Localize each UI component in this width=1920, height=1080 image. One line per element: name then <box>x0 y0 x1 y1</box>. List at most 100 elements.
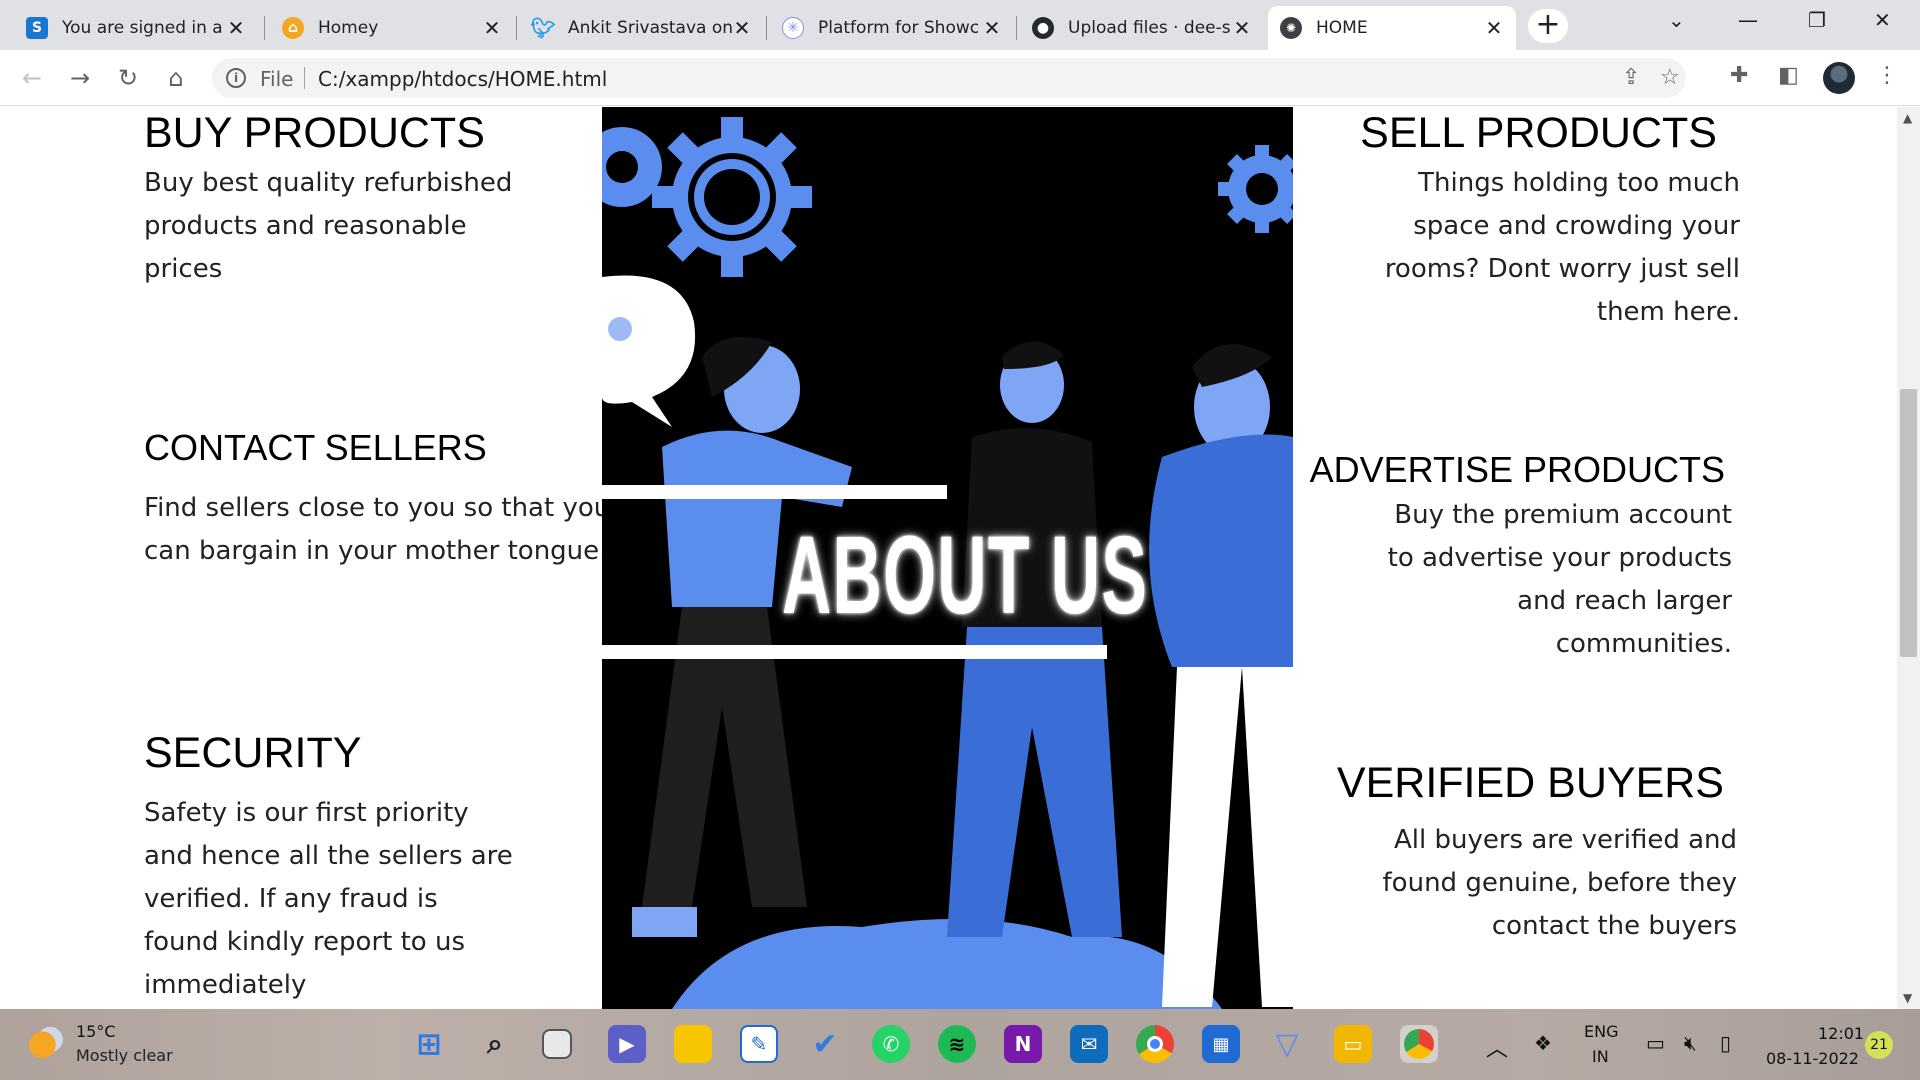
taskbar: 15°C Mostly clear ⊞ ⌕ ▶ ✎ ✔ ✆ ≋ N ✉ ▦ ▽ … <box>0 1009 1920 1080</box>
volume-muted-icon[interactable]: 🔇︎ <box>1684 1031 1697 1055</box>
language-bottom[interactable]: IN <box>1592 1047 1609 1066</box>
about-us-title: ABOUT US <box>782 514 1149 637</box>
file-explorer-icon[interactable]: ▭ <box>1334 1025 1372 1063</box>
vpn-icon[interactable]: ▽ <box>1268 1025 1306 1063</box>
scheme-label: File <box>260 67 294 91</box>
sell-products-text: Things holding too much space and crowdin… <box>1384 168 1740 327</box>
tab-strip: S You are signed in a ✕ ⌂ Homey ✕ 🐦︎ Ank… <box>0 0 1920 50</box>
twitter-icon: 🐦︎ <box>530 16 556 40</box>
tab-home[interactable]: ✺ HOME ✕ <box>1268 6 1516 50</box>
advertise-products-text: Buy the premium account to advertise your… <box>1387 500 1732 659</box>
chrome-icon[interactable] <box>1136 1025 1174 1063</box>
close-icon[interactable]: ✕ <box>1484 16 1504 40</box>
teams-chat-icon[interactable]: ▶ <box>608 1025 646 1063</box>
globe-icon: ✺ <box>1280 17 1302 39</box>
forward-icon[interactable]: → <box>64 62 96 94</box>
restore-icon[interactable]: ❐ <box>1808 8 1826 32</box>
tab-search-chevron-icon[interactable]: ⌄ <box>1668 8 1685 32</box>
home-icon: ⌂ <box>282 17 304 39</box>
close-window-icon[interactable]: ✕ <box>1874 8 1891 32</box>
sell-products-heading: SELL PRODUCTS <box>1360 109 1717 157</box>
close-icon[interactable]: ✕ <box>732 16 752 40</box>
tab-separator <box>766 16 767 40</box>
reload-icon[interactable]: ↻ <box>112 62 144 94</box>
close-icon[interactable]: ✕ <box>482 16 502 40</box>
contact-sellers-text: Find sellers close to you so that you can… <box>144 493 611 566</box>
security-heading: SECURITY <box>144 729 362 777</box>
todo-icon[interactable]: ✔ <box>806 1025 844 1063</box>
mail-icon[interactable]: ✉ <box>1070 1025 1108 1063</box>
tab-separator <box>516 16 517 40</box>
dropbox-icon[interactable]: ❖ <box>1534 1031 1552 1055</box>
info-icon[interactable]: i <box>226 68 246 88</box>
chrome-profile-icon[interactable] <box>1400 1025 1438 1063</box>
tab-title: You are signed in a <box>62 18 223 38</box>
advertise-products-heading: ADVERTISE PRODUCTS <box>1309 449 1725 490</box>
language-top[interactable]: ENG <box>1584 1022 1618 1041</box>
scrollbar[interactable]: ▲ ▼ <box>1897 107 1920 1009</box>
page-content: BUY PRODUCTS Buy best quality refurbishe… <box>0 107 1897 1009</box>
chevron-up-icon[interactable]: ︿ <box>1486 1031 1508 1063</box>
avatar[interactable] <box>1823 62 1855 94</box>
close-icon[interactable]: ✕ <box>226 16 246 40</box>
whiteboard-icon[interactable]: ✎ <box>740 1025 778 1063</box>
scrollbar-thumb[interactable] <box>1900 389 1917 657</box>
weather-temperature[interactable]: 15°C <box>76 1022 116 1041</box>
spotify-icon[interactable]: ≋ <box>938 1025 976 1063</box>
scroll-down-icon[interactable]: ▼ <box>1903 991 1912 1005</box>
tab-title: HOME <box>1316 18 1368 38</box>
sticky-notes-icon[interactable] <box>674 1025 712 1063</box>
gear-icon <box>652 117 812 277</box>
buy-products-heading: BUY PRODUCTS <box>144 109 485 157</box>
browser-toolbar: ← → ↻ ⌂ i File C:/xampp/htdocs/HOME.html… <box>0 50 1920 106</box>
windows-start-icon[interactable]: ⊞ <box>410 1025 448 1063</box>
verified-buyers-heading: VERIFIED BUYERS <box>1336 759 1724 807</box>
contact-sellers-heading: CONTACT SELLERS <box>144 427 487 468</box>
extensions-icon[interactable]: ✚ <box>1730 63 1748 88</box>
about-us-illustration: ABOUT US <box>602 107 1293 1009</box>
scroll-up-icon[interactable]: ▲ <box>1903 111 1912 125</box>
minimize-icon[interactable]: — <box>1738 8 1758 32</box>
close-icon[interactable]: ✕ <box>1232 16 1252 40</box>
calendar-icon[interactable]: ▦ <box>1202 1025 1240 1063</box>
address-bar[interactable]: i File C:/xampp/htdocs/HOME.html ⇪ ☆ <box>212 58 1686 98</box>
clock-date[interactable]: 08-11-2022 <box>1766 1049 1859 1068</box>
onenote-icon[interactable]: N <box>1004 1025 1042 1063</box>
tab-homey[interactable]: ⌂ Homey ✕ <box>270 6 514 50</box>
battery-icon[interactable]: ▯ <box>1720 1031 1731 1055</box>
task-view-icon[interactable] <box>542 1029 572 1059</box>
tab-platform[interactable]: ✳ Platform for Showc ✕ <box>770 6 1014 50</box>
whatsapp-icon[interactable]: ✆ <box>872 1025 910 1063</box>
tab-separator <box>264 16 265 40</box>
tab-github[interactable]: ● Upload files · dee-s ✕ <box>1020 6 1264 50</box>
tab-title: Upload files · dee-s <box>1068 18 1231 38</box>
verified-buyers-text: All buyers are verified and found genuine… <box>1382 825 1737 941</box>
gear-icon <box>1218 145 1293 233</box>
tab-title: Ankit Srivastava on <box>568 18 732 38</box>
weather-description[interactable]: Mostly clear <box>76 1046 173 1065</box>
tab-separator <box>1016 16 1017 40</box>
clock-time[interactable]: 12:01 <box>1818 1024 1864 1043</box>
speech-bubble-icon <box>602 275 696 427</box>
url-text[interactable]: C:/xampp/htdocs/HOME.html <box>318 67 607 91</box>
omnibox-divider <box>304 67 305 89</box>
weather-icon[interactable] <box>28 1025 64 1061</box>
side-panel-icon[interactable]: ◧ <box>1778 63 1799 88</box>
tab-title: Platform for Showc <box>818 18 980 38</box>
home-icon[interactable]: ⌂ <box>160 62 192 94</box>
back-icon[interactable]: ← <box>16 62 48 94</box>
tab-signed-in[interactable]: S You are signed in a ✕ <box>14 6 258 50</box>
buy-products-text: Buy best quality refurbished products and… <box>144 168 513 284</box>
new-tab-button[interactable]: + <box>1528 9 1568 43</box>
search-icon[interactable]: ⌕ <box>476 1025 514 1063</box>
s-icon: S <box>26 17 48 39</box>
share-icon[interactable]: ⇪ <box>1622 65 1640 90</box>
bookmark-star-icon[interactable]: ☆ <box>1660 65 1680 90</box>
tab-twitter[interactable]: 🐦︎ Ankit Srivastava on ✕ <box>520 6 764 50</box>
notification-badge[interactable]: 21 <box>1865 1031 1893 1059</box>
close-icon[interactable]: ✕ <box>982 16 1002 40</box>
network-icon[interactable]: ▭ <box>1646 1031 1665 1055</box>
github-icon: ● <box>1032 17 1054 39</box>
security-text: Safety is our first priority and hence al… <box>144 798 513 1000</box>
menu-icon[interactable]: ⋮ <box>1876 63 1898 88</box>
